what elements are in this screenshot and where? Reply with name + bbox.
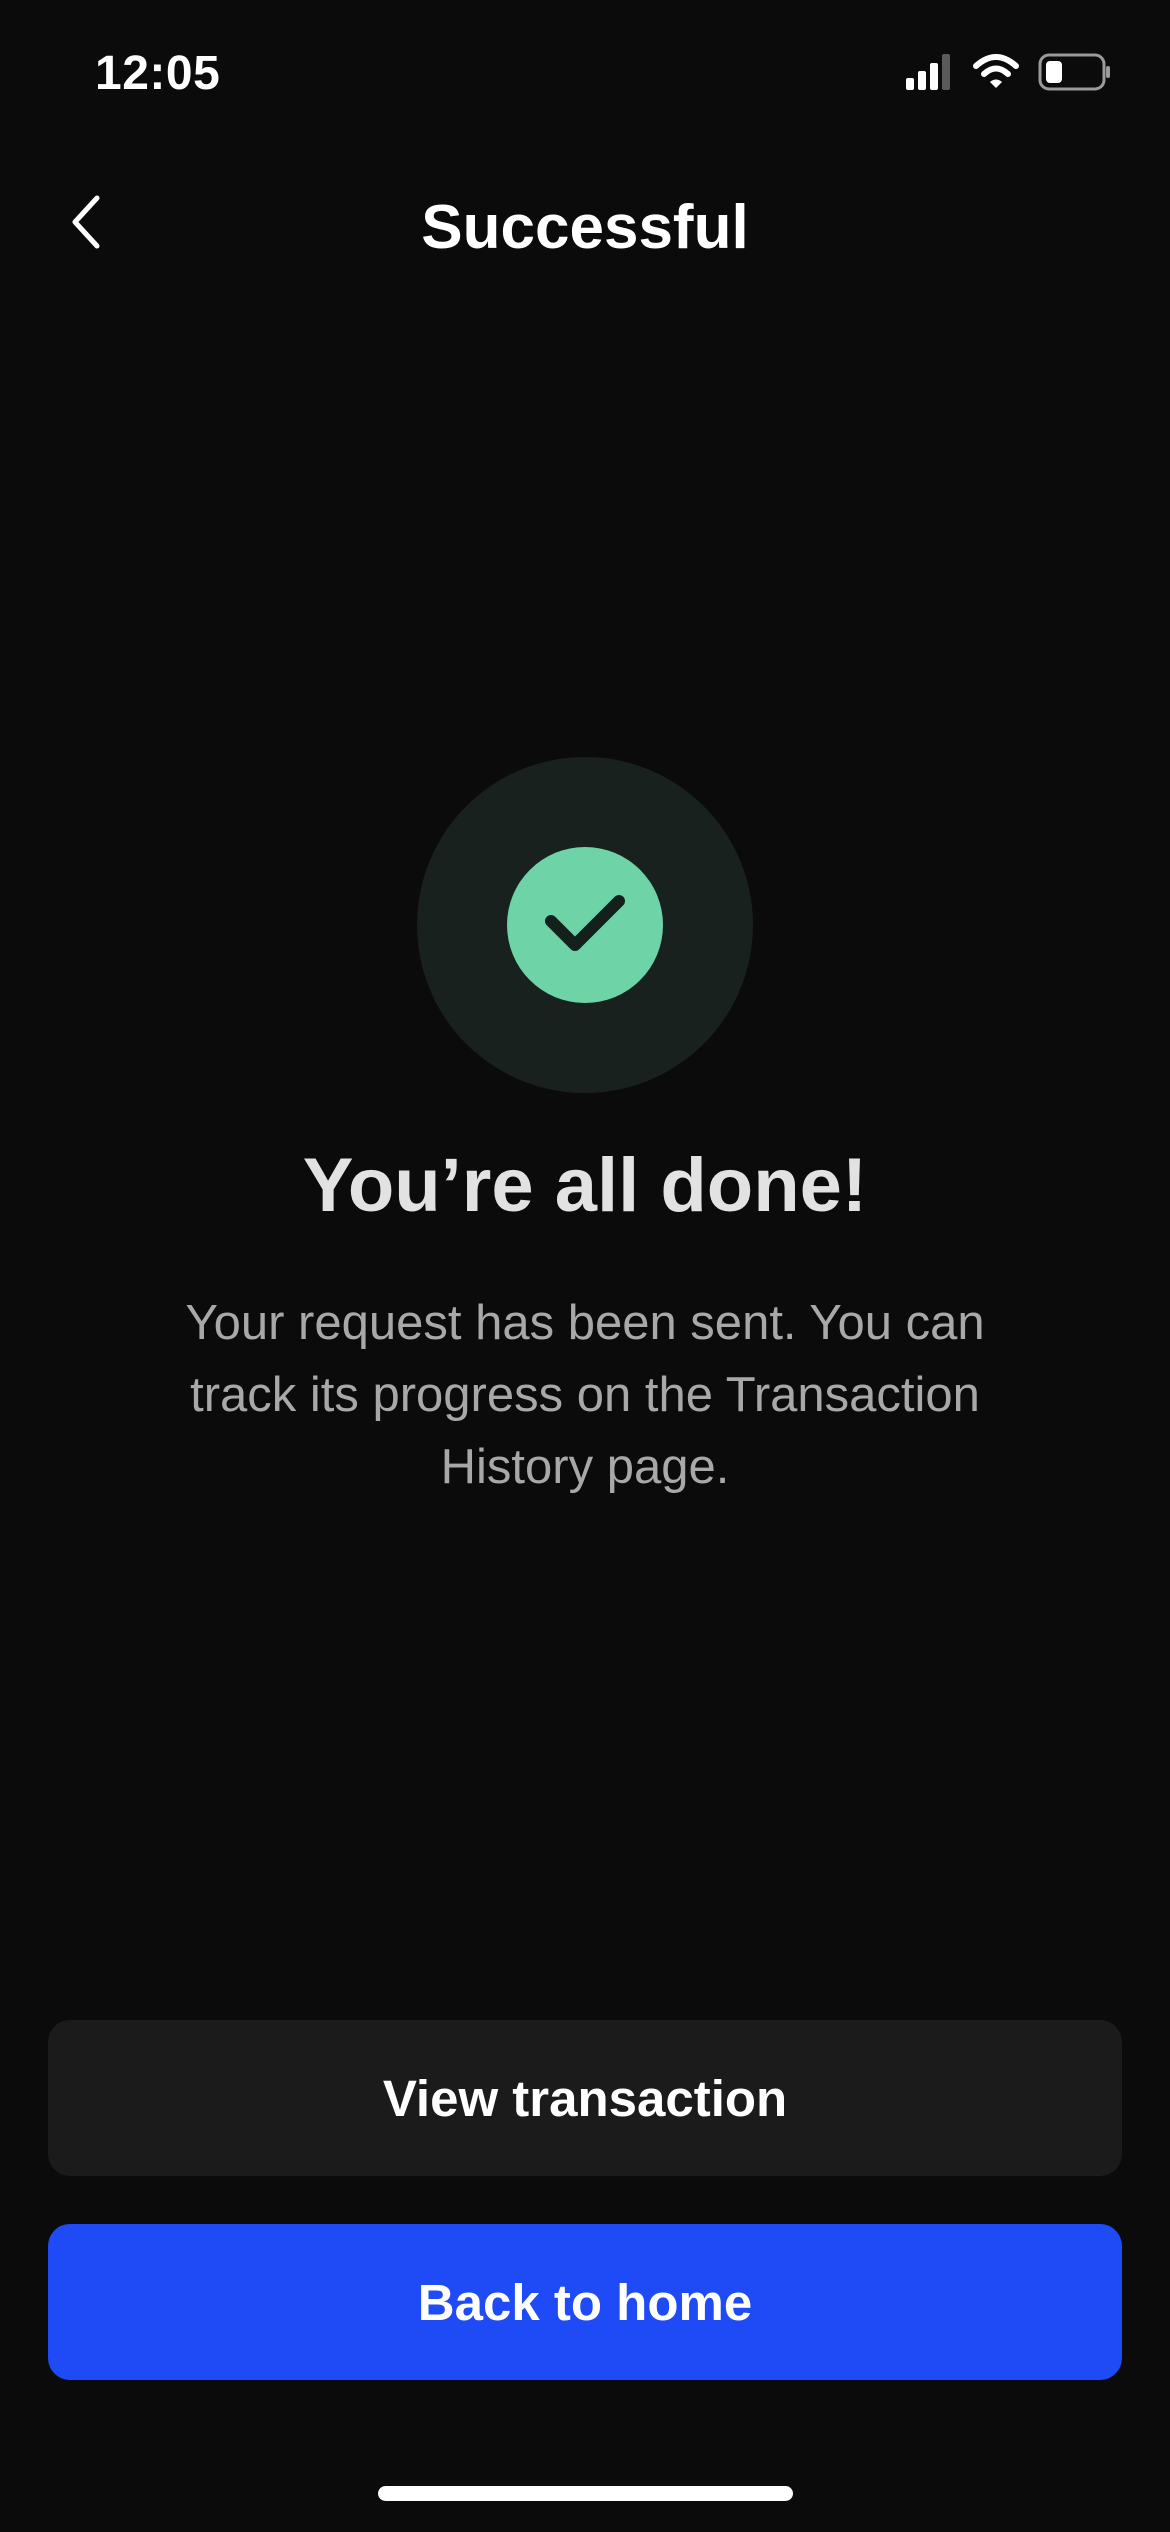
success-title: You’re all done! [302, 1143, 868, 1228]
nav-bar: Successful [0, 170, 1170, 280]
status-time: 12:05 [95, 47, 221, 100]
page-title: Successful [421, 193, 749, 262]
back-to-home-label: Back to home [417, 2273, 753, 2331]
status-icons [906, 53, 1112, 96]
view-transaction-button[interactable]: View transaction [48, 2020, 1122, 2176]
battery-icon [1038, 53, 1112, 96]
back-to-home-button[interactable]: Back to home [48, 2224, 1122, 2380]
status-bar: 12:05 [0, 0, 1170, 140]
cellular-signal-icon [906, 53, 954, 95]
view-transaction-label: View transaction [382, 2069, 788, 2127]
home-indicator[interactable] [378, 2486, 793, 2501]
success-badge [417, 757, 753, 1093]
wifi-icon [972, 53, 1020, 95]
success-message: Your request has been sent. You can trac… [185, 1296, 985, 1494]
success-badge-inner [507, 847, 663, 1003]
check-icon [543, 891, 627, 960]
